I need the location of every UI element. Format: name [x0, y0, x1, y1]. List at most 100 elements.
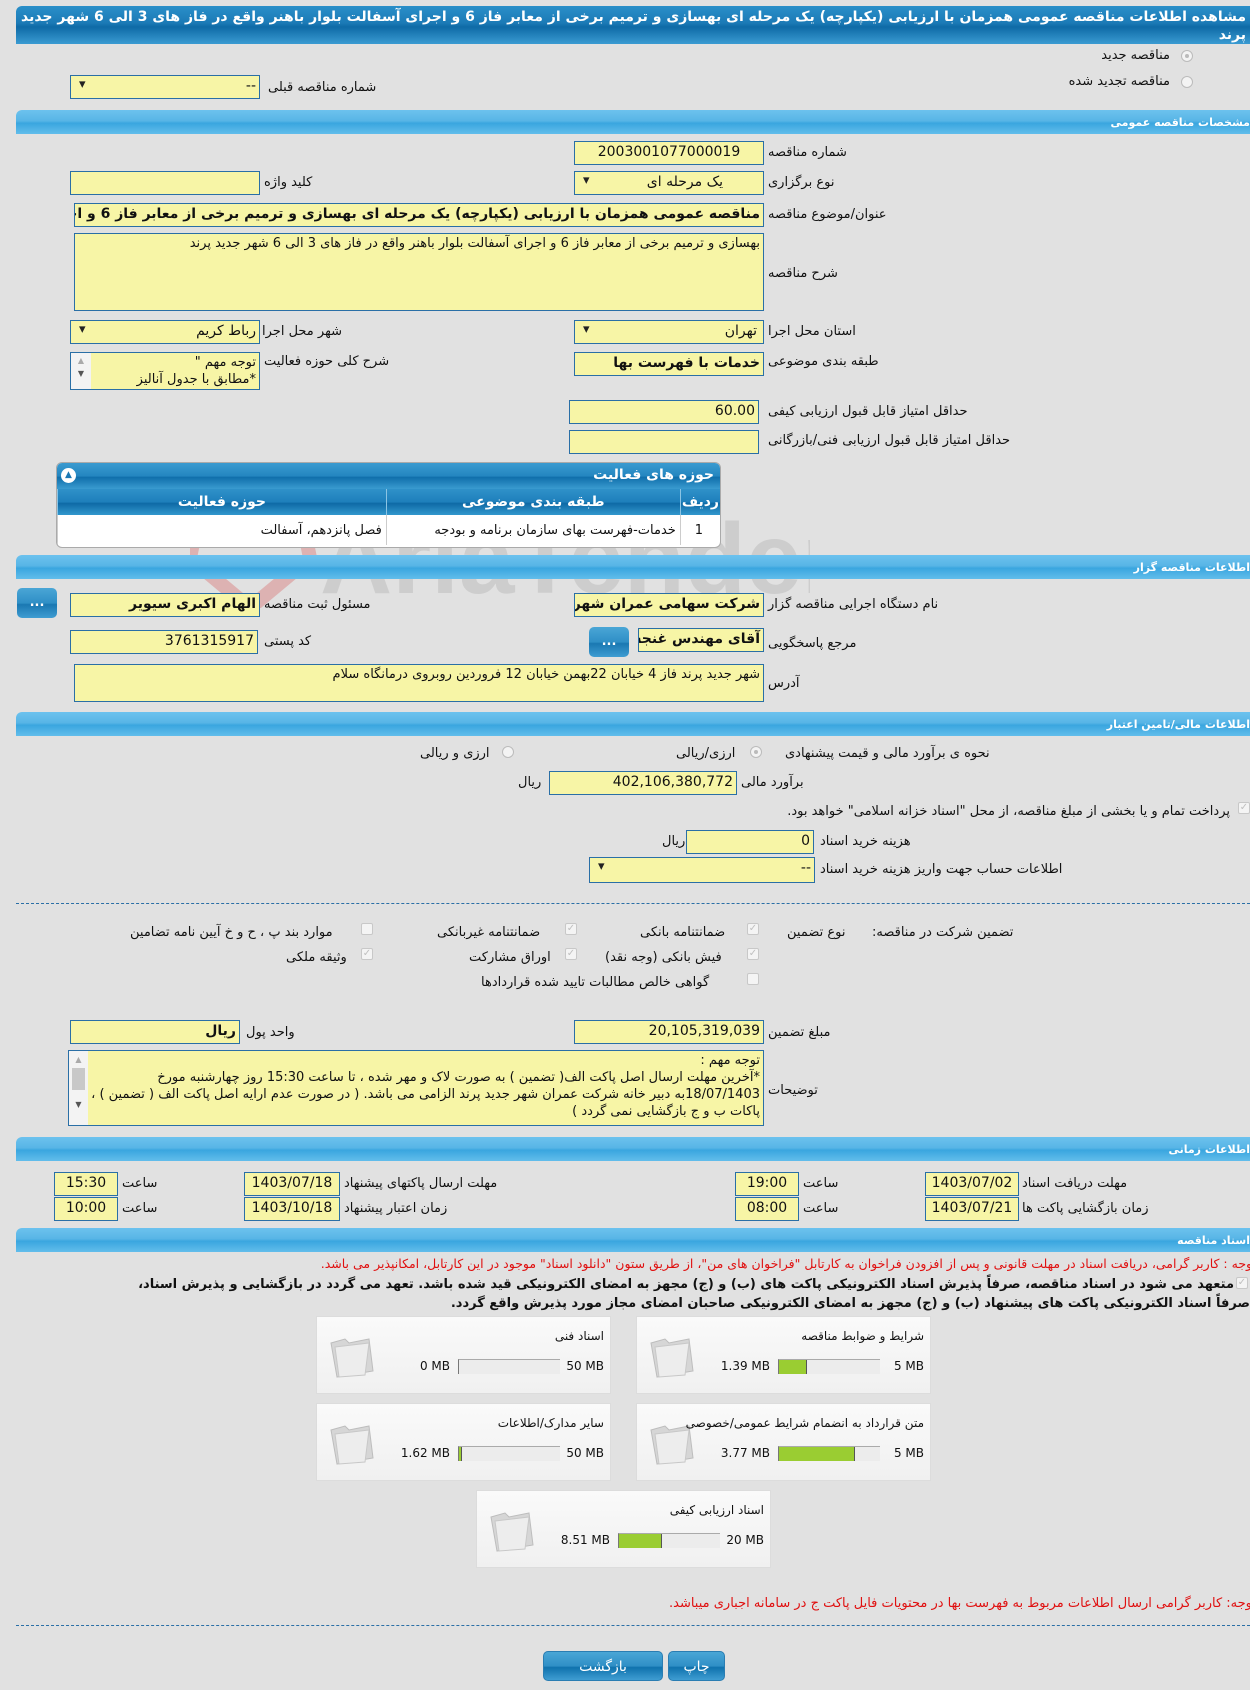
- activity-desc-textarea[interactable]: توجه مهم " *مطابق با جدول آنالیز: [70, 352, 260, 390]
- print-button[interactable]: چاپ: [668, 1651, 725, 1681]
- min-quality-score-field[interactable]: 60.00: [569, 400, 759, 424]
- guarantee-option-checkbox[interactable]: ✓: [747, 923, 759, 935]
- contact-field[interactable]: آقای مهندس غنجه: [638, 628, 764, 652]
- opening-time[interactable]: 08:00: [735, 1197, 799, 1221]
- contact-more-button[interactable]: ...: [589, 627, 629, 657]
- notes-textarea[interactable]: توجه مهم : *آخرین مهلت ارسال اصل پاکت ال…: [68, 1050, 764, 1126]
- city-select[interactable]: رباط کریم: [70, 320, 260, 344]
- document-file-card[interactable]: شرایط و ضوابط مناقصه 5 MB 1.39 MB: [636, 1316, 931, 1394]
- scroll-down-icon[interactable]: ▼: [69, 1100, 88, 1109]
- rial-option-label: ارزی/ریالی: [676, 746, 736, 761]
- guarantee-option-label: فیش بانکی (وجه نقد): [605, 950, 722, 965]
- renewed-tender-radio[interactable]: [1181, 76, 1193, 88]
- both-currency-radio[interactable]: [502, 746, 514, 758]
- file-current-size: 0 MB: [419, 1359, 450, 1373]
- estimate-currency: ریال: [518, 775, 542, 790]
- guarantee-option-checkbox[interactable]: ✓: [747, 948, 759, 960]
- file-name: شرایط و ضوابط مناقصه: [801, 1329, 924, 1343]
- file-max-size: 50 MB: [566, 1359, 604, 1373]
- subject-label: عنوان/موضوع مناقصه: [768, 207, 887, 222]
- table-row: 1 خدمات-فهرست بهای سازمان برنامه و بودجه…: [57, 515, 720, 545]
- doc-cost-label: هزینه خرید اسناد: [820, 834, 911, 849]
- islamic-treasury-label: پرداخت تمام و یا بخشی از مبلغ مناقصه، از…: [787, 804, 1230, 819]
- currency-unit-field[interactable]: ریال: [70, 1020, 240, 1044]
- commitment-text-line2: صرفاً اسناد الکترونیکی پاکت های پیشنهاد …: [450, 1296, 1250, 1311]
- scroll-up-icon[interactable]: ▲: [71, 356, 91, 365]
- tender-number-field[interactable]: 2003001077000019: [574, 141, 764, 165]
- islamic-treasury-checkbox[interactable]: ✓: [1238, 802, 1250, 814]
- file-current-size: 1.62 MB: [400, 1446, 450, 1460]
- previous-tender-number-select[interactable]: --: [70, 75, 260, 99]
- opening-label: زمان بازگشایی پاکت ها: [1022, 1201, 1149, 1216]
- guarantee-option-checkbox[interactable]: [747, 973, 759, 985]
- rial-option-radio[interactable]: [750, 746, 762, 758]
- page-title: مشاهده اطلاعات مناقصه عمومی همزمان با ار…: [20, 9, 1246, 43]
- subject-field[interactable]: مناقصه عمومی همزمان با ارزیابی (یکپارچه)…: [74, 203, 764, 227]
- registrar-field[interactable]: الهام اکبری سیویر: [70, 593, 260, 617]
- file-size-progress: [458, 1446, 560, 1461]
- new-tender-radio[interactable]: [1181, 50, 1193, 62]
- postal-code-field[interactable]: 3761315917: [70, 630, 258, 654]
- guarantee-amount-field[interactable]: 20,105,319,039: [574, 1020, 764, 1044]
- keyword-field[interactable]: [70, 171, 260, 195]
- validity-time[interactable]: 10:00: [54, 1197, 118, 1221]
- file-current-size: 1.39 MB: [720, 1359, 770, 1373]
- commitment-checkbox[interactable]: ✓: [1236, 1277, 1248, 1289]
- file-size-progress-fill: [779, 1447, 856, 1461]
- document-file-card[interactable]: سایر مدارک/اطلاعات 50 MB 1.62 MB: [316, 1403, 611, 1481]
- scroll-up-icon[interactable]: ▲: [69, 1055, 88, 1064]
- submit-deadline-date[interactable]: 1403/07/18: [244, 1172, 340, 1196]
- estimate-field[interactable]: 402,106,380,772: [549, 771, 737, 795]
- tender-number-label: شماره مناقصه: [768, 145, 847, 160]
- time-label: ساعت: [803, 1201, 839, 1216]
- time-label: ساعت: [803, 1176, 839, 1191]
- guarantee-option-checkbox[interactable]: ✓: [565, 923, 577, 935]
- guarantee-option-checkbox[interactable]: [361, 923, 373, 935]
- province-select[interactable]: تهران: [574, 320, 764, 344]
- org-name-label: نام دستگاه اجرایی مناقصه گزار: [768, 597, 939, 612]
- file-name: سایر مدارک/اطلاعات: [497, 1416, 604, 1430]
- holding-type-select[interactable]: یک مرحله ای: [574, 171, 764, 195]
- page-title-bar: مشاهده اطلاعات مناقصه عمومی همزمان با ار…: [16, 6, 1250, 44]
- category-label: طبقه بندی موضوعی: [768, 354, 879, 369]
- document-file-card[interactable]: اسناد ارزیابی کیفی 20 MB 8.51 MB: [476, 1490, 771, 1568]
- scroll-thumb[interactable]: [72, 1068, 85, 1090]
- document-file-card[interactable]: اسناد فنی 50 MB 0 MB: [316, 1316, 611, 1394]
- scroll-down-icon[interactable]: ▼: [71, 369, 91, 378]
- activity-desc-scrollbar[interactable]: ▲ ▼: [71, 353, 91, 389]
- estimate-label: برآورد مالی: [741, 775, 804, 790]
- file-name: اسناد ارزیابی کیفی: [669, 1503, 764, 1517]
- document-file-card[interactable]: متن قرارداد به انضمام شرایط عمومی/خصوصی 5…: [636, 1403, 931, 1481]
- section-title: اطلاعات زمانی: [1168, 1143, 1250, 1156]
- keyword-label: کلید واژه: [264, 175, 313, 190]
- doc-cost-field[interactable]: 0: [686, 830, 814, 854]
- description-textarea[interactable]: بهسازی و ترمیم برخی از معابر فاز 6 و اجر…: [74, 233, 764, 311]
- min-tech-score-field[interactable]: [569, 430, 759, 454]
- cell-field: فصل پانزدهم، آسفالت: [57, 515, 387, 545]
- footer-notice: توجه: کاربر گرامی ارسال اطلاعات مربوط به…: [669, 1596, 1250, 1611]
- doc-account-select[interactable]: --: [589, 857, 815, 883]
- submit-deadline-time[interactable]: 15:30: [54, 1172, 118, 1196]
- file-size-progress: [778, 1359, 880, 1374]
- doc-deadline-date[interactable]: 1403/07/02: [925, 1172, 1019, 1196]
- postal-code-label: کد پستی: [264, 634, 312, 649]
- collapse-icon[interactable]: ▲: [61, 468, 76, 483]
- category-field[interactable]: خدمات با فهرست بها: [574, 352, 764, 376]
- notes-scrollbar[interactable]: ▲ ▼: [69, 1051, 88, 1125]
- guarantee-option-checkbox[interactable]: ✓: [361, 948, 373, 960]
- registrar-more-button[interactable]: ...: [17, 588, 57, 618]
- opening-date[interactable]: 1403/07/21: [925, 1197, 1019, 1221]
- org-name-field[interactable]: شرکت سهامی عمران شهر جدید پرند: [574, 593, 764, 617]
- guarantee-option-label: اوراق مشارکت: [469, 950, 551, 965]
- folder-icon: [330, 1425, 374, 1465]
- folder-icon: [650, 1338, 694, 1378]
- back-button[interactable]: بازگشت: [543, 1651, 663, 1681]
- file-size-progress: [778, 1446, 880, 1461]
- section-title: مشخصات مناقصه عمومی: [1110, 116, 1250, 129]
- guarantee-option-checkbox[interactable]: ✓: [565, 948, 577, 960]
- file-size-progress-fill: [619, 1534, 662, 1548]
- doc-deadline-time[interactable]: 19:00: [735, 1172, 799, 1196]
- validity-date[interactable]: 1403/10/18: [244, 1197, 340, 1221]
- address-textarea[interactable]: شهر جدید پرند فاز 4 خیابان 22بهمن خیابان…: [74, 664, 764, 702]
- description-label: شرح مناقصه: [768, 266, 838, 281]
